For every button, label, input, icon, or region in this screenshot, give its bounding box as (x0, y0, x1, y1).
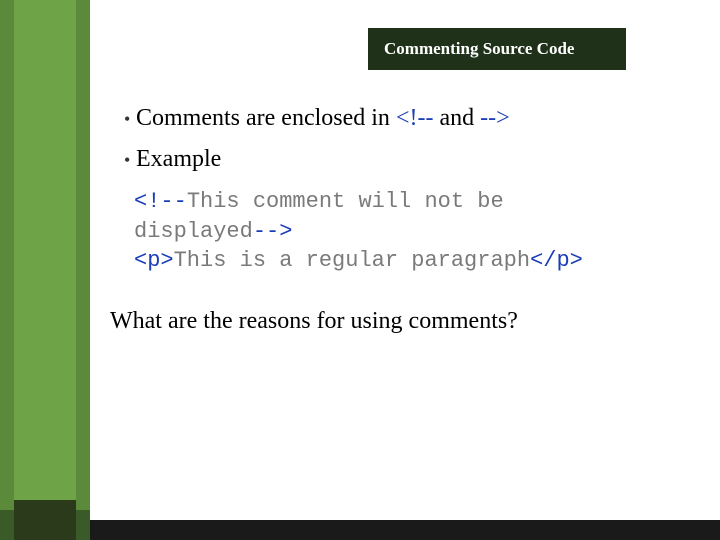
code-tag-open: <!-- (396, 105, 434, 131)
bullet-item: • Example (110, 146, 690, 173)
code-token: </p> (530, 248, 583, 273)
bottom-bar-overlay-2 (14, 500, 76, 540)
bullet-text: Example (130, 146, 221, 173)
slide-title: Commenting Source Code (384, 39, 574, 59)
code-token: This is a regular paragraph (174, 248, 530, 273)
code-token: <!-- (134, 189, 187, 214)
bullet-marker: • (110, 109, 130, 130)
sidebar-inner (14, 0, 76, 540)
code-token: <p> (134, 248, 174, 273)
bullet-item: • Comments are enclosed in <!-- and --> (110, 105, 690, 132)
question-text: What are the reasons for using comments? (110, 308, 690, 335)
code-token: displayed (134, 219, 253, 244)
text-fragment: Comments are enclosed in (136, 105, 396, 131)
code-tag-close: --> (480, 105, 510, 131)
slide-content: • Comments are enclosed in <!-- and --> … (110, 105, 690, 335)
code-line: <p>This is a regular paragraph</p> (134, 246, 690, 276)
code-line: displayed--> (134, 217, 690, 247)
bullet-marker: • (110, 150, 130, 171)
text-fragment: and (433, 105, 480, 131)
bottom-bar (0, 520, 720, 540)
code-line: <!--This comment will not be (134, 187, 690, 217)
code-token: --> (253, 219, 293, 244)
bullet-text: Comments are enclosed in <!-- and --> (130, 105, 510, 132)
code-example: <!--This comment will not be displayed--… (134, 187, 690, 276)
slide-title-box: Commenting Source Code (368, 28, 626, 70)
code-token: This comment will not be (187, 189, 504, 214)
